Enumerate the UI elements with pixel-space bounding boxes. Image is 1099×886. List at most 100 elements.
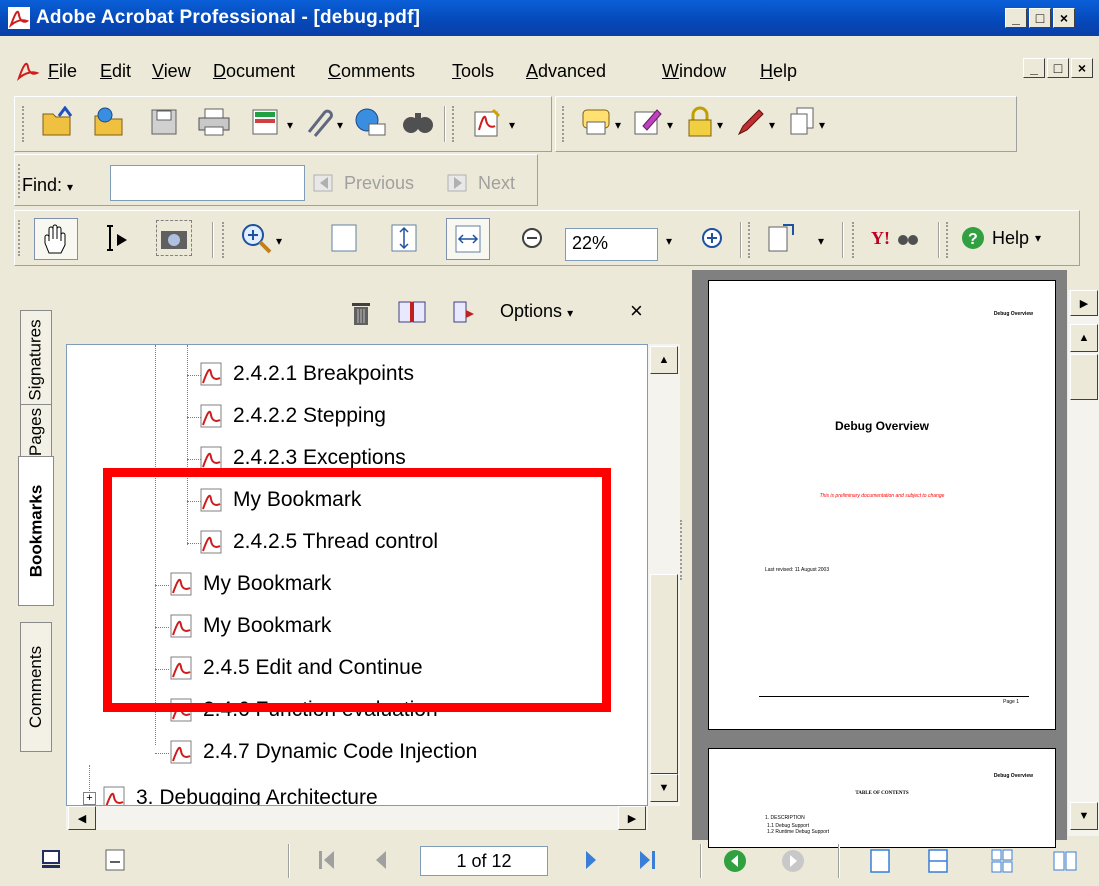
- help-button[interactable]: ? Help ▾: [960, 220, 1078, 256]
- rotate-dropdown-icon[interactable]: ▾: [818, 234, 824, 248]
- search-binoculars-icon[interactable]: [400, 104, 436, 140]
- review-comment-dropdown-icon[interactable]: ▾: [615, 118, 621, 132]
- open-web-icon[interactable]: [92, 104, 128, 140]
- create-pdf-from-dropdown-icon[interactable]: ▾: [509, 118, 515, 132]
- print-icon[interactable]: [196, 104, 232, 140]
- pane-toggle-icon[interactable]: [40, 848, 62, 870]
- zoom-in-tool-icon[interactable]: [238, 220, 274, 256]
- close-button[interactable]: ×: [1053, 8, 1075, 28]
- options-menu[interactable]: Options ▾: [500, 301, 573, 322]
- hand-tool-icon[interactable]: [34, 218, 78, 260]
- tab-comments[interactable]: Comments: [20, 622, 52, 752]
- bookmark-horizontal-scrollbar[interactable]: ◀ ▶: [66, 806, 648, 830]
- pane-splitter[interactable]: [680, 520, 686, 580]
- menu-advanced[interactable]: Advanced: [526, 61, 606, 82]
- zoom-tool-dropdown-icon[interactable]: ▾: [276, 234, 282, 248]
- expand-bookmark-icon[interactable]: [398, 300, 426, 324]
- previous-page-icon[interactable]: [370, 848, 392, 872]
- scroll-down-icon[interactable]: ▼: [650, 774, 678, 802]
- new-bookmark-icon[interactable]: [452, 300, 476, 324]
- continuous-facing-icon[interactable]: [990, 848, 1014, 874]
- select-text-icon[interactable]: [98, 220, 134, 256]
- sign-icon[interactable]: [630, 104, 666, 140]
- maximize-button[interactable]: □: [1029, 8, 1051, 28]
- find-dropdown-icon[interactable]: ▾: [67, 180, 73, 194]
- yahoo-search-icon[interactable]: Y!: [868, 220, 922, 256]
- page-size-icon[interactable]: [104, 848, 126, 872]
- menu-view[interactable]: View: [152, 61, 191, 82]
- bookmark-item[interactable]: + 3. Debugging Architecture: [83, 785, 378, 805]
- document-vertical-scrollbar[interactable]: ▶ ▲ ▼: [1068, 290, 1099, 836]
- create-pdf-icon[interactable]: [248, 104, 284, 140]
- review-comment-icon[interactable]: [578, 104, 614, 140]
- doc-scroll-thumb[interactable]: [1070, 354, 1098, 400]
- first-page-icon[interactable]: [316, 848, 338, 872]
- attach-icon[interactable]: [300, 104, 336, 140]
- doc-minimize-button[interactable]: _: [1023, 58, 1045, 78]
- bookmark-item[interactable]: 2.4.7 Dynamic Code Injection: [169, 739, 477, 765]
- fit-width-icon[interactable]: [446, 218, 490, 260]
- doc-close-button[interactable]: ×: [1071, 58, 1093, 78]
- svg-text:?: ?: [968, 231, 978, 248]
- pen-dropdown-icon[interactable]: ▾: [769, 118, 775, 132]
- bookmark-item[interactable]: 2.4.2.1 Breakpoints: [199, 361, 414, 387]
- menu-window[interactable]: Window: [662, 61, 726, 82]
- pen-icon[interactable]: [732, 104, 768, 140]
- find-next-button[interactable]: Next: [446, 172, 515, 194]
- previous-view-icon[interactable]: [722, 848, 748, 874]
- zoom-in-icon[interactable]: [694, 220, 730, 256]
- pages-dropdown-icon[interactable]: ▾: [819, 118, 825, 132]
- tab-signatures[interactable]: Signatures: [20, 310, 52, 410]
- continuous-icon[interactable]: [926, 848, 950, 874]
- menu-document[interactable]: Document: [213, 61, 295, 82]
- panel-close-button[interactable]: ×: [630, 298, 643, 324]
- secure-dropdown-icon[interactable]: ▾: [717, 118, 723, 132]
- create-pdf-from-icon[interactable]: [470, 104, 506, 140]
- menu-comments[interactable]: Comments: [328, 61, 415, 82]
- page-number-field[interactable]: 1 of 12: [420, 846, 548, 876]
- email-icon[interactable]: [352, 104, 388, 140]
- facing-icon[interactable]: [1052, 848, 1078, 874]
- rotate-view-icon[interactable]: [764, 220, 800, 256]
- next-view-icon[interactable]: [780, 848, 806, 874]
- create-pdf-dropdown-icon[interactable]: ▾: [287, 118, 293, 132]
- save-icon[interactable]: [146, 104, 182, 140]
- bookmark-item[interactable]: 2.4.2.2 Stepping: [199, 403, 386, 429]
- toc-title: TABLE OF CONTENTS: [855, 791, 909, 796]
- scroll-right-icon[interactable]: ▶: [618, 806, 646, 830]
- scroll-up-icon[interactable]: ▲: [650, 346, 678, 374]
- last-page-icon[interactable]: [636, 848, 660, 872]
- zoom-out-icon[interactable]: [514, 220, 550, 256]
- menu-tools[interactable]: Tools: [452, 61, 494, 82]
- fit-page-icon[interactable]: [386, 220, 422, 256]
- tab-pages[interactable]: Pages: [20, 404, 52, 460]
- delete-bookmark-icon[interactable]: [350, 300, 372, 326]
- sign-dropdown-icon[interactable]: ▾: [667, 118, 673, 132]
- doc-scroll-up-icon[interactable]: ▲: [1070, 324, 1098, 352]
- next-page-icon[interactable]: [580, 848, 602, 872]
- doc-scroll-down-icon[interactable]: ▼: [1070, 802, 1098, 830]
- single-page-icon[interactable]: [868, 848, 892, 874]
- expand-panel-icon[interactable]: ▶: [1070, 290, 1098, 316]
- actual-size-icon[interactable]: [326, 220, 362, 256]
- zoom-dropdown-icon[interactable]: ▾: [666, 234, 672, 248]
- minimize-button[interactable]: _: [1005, 8, 1027, 28]
- pages-icon[interactable]: [784, 104, 820, 140]
- tab-bookmarks[interactable]: Bookmarks: [18, 456, 54, 606]
- snapshot-icon[interactable]: [156, 220, 192, 256]
- find-input[interactable]: [110, 165, 305, 201]
- scroll-left-icon[interactable]: ◀: [68, 806, 96, 830]
- bookmark-vertical-scrollbar[interactable]: ▲ ▼: [648, 344, 680, 806]
- menu-edit[interactable]: Edit: [100, 61, 131, 82]
- find-previous-button[interactable]: Previous: [312, 172, 414, 194]
- expand-icon[interactable]: +: [83, 791, 96, 805]
- open-icon[interactable]: [40, 104, 76, 140]
- zoom-input[interactable]: 22%: [565, 228, 658, 261]
- document-icon[interactable]: [16, 58, 40, 82]
- attach-dropdown-icon[interactable]: ▾: [337, 118, 343, 132]
- menu-file[interactable]: File: [48, 61, 77, 82]
- doc-restore-button[interactable]: □: [1047, 58, 1069, 78]
- secure-lock-icon[interactable]: [682, 104, 718, 140]
- menu-help[interactable]: Help: [760, 61, 797, 82]
- scroll-thumb[interactable]: [650, 574, 678, 774]
